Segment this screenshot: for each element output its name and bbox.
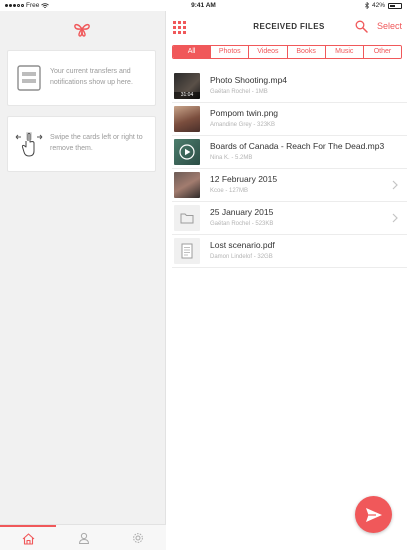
filter-segmented-control: All Photos Videos Books Music Other: [172, 45, 402, 59]
play-icon: [179, 144, 195, 160]
main-panel: RECEIVED FILES Select All Photos Videos …: [167, 11, 407, 550]
card-text: Your current transfers and notifications…: [50, 68, 133, 86]
sidebar: Your current transfers and notifications…: [0, 11, 166, 550]
card-text: Swipe the cards left or right to remove …: [50, 134, 143, 152]
file-meta: Nina K. - 5.2MB: [210, 155, 253, 161]
status-bar: Free 9:41 AM 42%: [0, 0, 407, 11]
file-meta: Kcoe - 127MB: [210, 188, 249, 194]
paper-plane-icon: [365, 507, 382, 522]
filter-other[interactable]: Other: [362, 46, 401, 58]
apps-grid-icon[interactable]: [173, 21, 186, 34]
file-meta: Damon Lindelof - 32GB: [210, 254, 273, 260]
filter-all[interactable]: All: [173, 46, 211, 58]
file-meta: Gaëtan Rochel - 523KB: [210, 221, 274, 227]
header: RECEIVED FILES Select: [167, 11, 407, 43]
battery-icon: [388, 2, 402, 9]
swipe-gesture-icon: [15, 132, 43, 157]
document-thumbnail: [174, 238, 200, 264]
select-button[interactable]: Select: [377, 21, 402, 31]
file-name: Pompom twin.png: [210, 108, 279, 118]
tab-profile[interactable]: [56, 525, 112, 550]
folder-thumbnail: [174, 205, 200, 231]
file-name: 25 January 2015: [210, 207, 274, 217]
chevron-right-icon: [392, 180, 398, 190]
folder-thumbnail: [174, 172, 200, 198]
swipe-hint-card[interactable]: Swipe the cards left or right to remove …: [7, 116, 156, 172]
status-right: 42%: [364, 2, 402, 9]
bluetooth-icon: [364, 2, 369, 9]
file-name: 12 February 2015: [210, 174, 278, 184]
video-duration: 31:04: [174, 92, 200, 99]
filter-music[interactable]: Music: [324, 46, 363, 58]
image-thumbnail: [174, 106, 200, 132]
file-name: Boards of Canada - Reach For The Dead.mp…: [210, 141, 385, 151]
transfers-icon: [17, 65, 41, 91]
file-row[interactable]: Boards of Canada - Reach For The Dead.mp…: [172, 136, 407, 169]
video-thumbnail: 31:04: [174, 73, 200, 99]
notification-card[interactable]: Your current transfers and notifications…: [7, 50, 156, 106]
user-icon: [78, 532, 90, 544]
page-title: RECEIVED FILES: [253, 22, 325, 31]
folder-icon: [180, 213, 194, 224]
filter-photos[interactable]: Photos: [210, 46, 249, 58]
file-meta: Amandine Grey - 323KB: [210, 122, 276, 128]
file-name: Lost scenario.pdf: [210, 240, 275, 250]
file-row[interactable]: Pompom twin.png Amandine Grey - 323KB: [172, 103, 407, 136]
app-logo-icon: [74, 23, 90, 37]
filter-books[interactable]: Books: [286, 46, 325, 58]
file-row[interactable]: 25 January 2015 Gaëtan Rochel - 523KB: [172, 202, 407, 235]
battery-percent: 42%: [371, 2, 385, 9]
file-meta: Gaëtan Rochel - 1MB: [210, 89, 268, 95]
tab-bar: [0, 524, 166, 550]
tab-settings[interactable]: [110, 525, 166, 550]
file-row[interactable]: Lost scenario.pdf Damon Lindelof - 32GB: [172, 235, 407, 268]
home-icon: [22, 533, 34, 545]
send-button[interactable]: [355, 496, 392, 533]
file-row[interactable]: 12 February 2015 Kcoe - 127MB: [172, 169, 407, 202]
file-row[interactable]: 31:04 Photo Shooting.mp4 Gaëtan Rochel -…: [172, 70, 407, 103]
tab-home[interactable]: [0, 525, 56, 550]
gear-icon: [133, 533, 143, 543]
document-icon: [181, 243, 193, 259]
file-name: Photo Shooting.mp4: [210, 75, 288, 85]
audio-thumbnail: [174, 139, 200, 165]
search-icon[interactable]: [355, 20, 368, 33]
filter-videos[interactable]: Videos: [248, 46, 287, 58]
clock: 9:41 AM: [191, 2, 216, 9]
chevron-right-icon: [392, 213, 398, 223]
file-list: 31:04 Photo Shooting.mp4 Gaëtan Rochel -…: [167, 70, 407, 268]
